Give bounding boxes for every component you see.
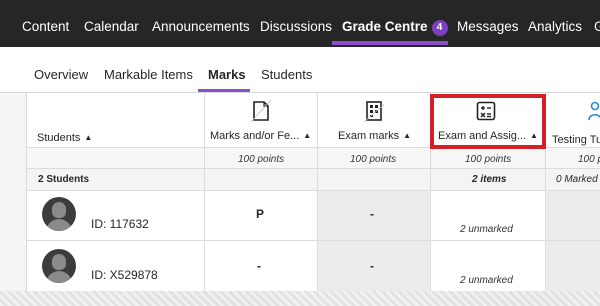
column-divider [317, 93, 318, 306]
avatar [42, 197, 76, 231]
tab-announcements[interactable]: Announcements [152, 0, 250, 47]
row-divider [27, 190, 600, 191]
grade-centre-subnav: Overview Markable Items Marks Students [0, 47, 600, 93]
person-icon [588, 101, 600, 121]
student-id[interactable]: ID: X529878 [91, 268, 158, 282]
sort-icon[interactable]: ▲︎ [303, 131, 311, 140]
tab-analytics[interactable]: Analytics [528, 0, 582, 47]
tab-overflow-g[interactable]: G [594, 0, 600, 47]
column-summary: 2 items [472, 174, 507, 185]
column-header-label: Testing Tur [552, 134, 600, 146]
exam-icon [364, 101, 384, 122]
column-points: 100 points [350, 154, 397, 165]
grade-cell[interactable]: P [256, 207, 264, 221]
student-count: 2 Students [38, 174, 90, 185]
column-header-label: Marks and/or Fe... [210, 130, 300, 142]
course-top-navigation: Content Calendar Announcements Discussio… [0, 0, 600, 47]
column-points: 100 points [238, 154, 285, 165]
grade-cell[interactable]: - [257, 259, 261, 273]
sort-icon[interactable]: ▲︎ [84, 133, 92, 142]
column-points: 100 points [578, 154, 600, 165]
grid-left-gutter [0, 93, 27, 306]
tab-grade-centre-label: Grade Centre [342, 19, 428, 34]
tab-content[interactable]: Content [22, 0, 69, 47]
column-summary: 0 Marked [556, 174, 598, 185]
active-subtab-underline [198, 89, 250, 92]
column-header-marks-feedback[interactable]: Marks and/or Fe... ▲︎ [210, 130, 311, 142]
subtab-marks[interactable]: Marks [208, 67, 246, 82]
avatar [42, 249, 76, 283]
points-row [27, 148, 600, 168]
row-divider [27, 168, 600, 169]
tab-messages[interactable]: Messages [457, 0, 519, 47]
row-divider [27, 240, 600, 241]
subtab-overview[interactable]: Overview [34, 67, 88, 82]
tab-discussions[interactable]: Discussions [260, 0, 332, 47]
column-header-label: Exam marks [338, 130, 400, 142]
column-header-testing[interactable]: Testing Tur [552, 134, 600, 146]
column-divider [204, 93, 205, 306]
summary-row [27, 168, 600, 190]
grade-cell[interactable]: - [370, 207, 374, 221]
students-header-label: Students [37, 132, 81, 144]
tab-grade-centre[interactable]: Grade Centre 4 [342, 0, 448, 47]
highlight-box [430, 94, 546, 149]
grade-cell-unmarked[interactable]: 2 unmarked [460, 275, 513, 286]
column-points: 100 points [465, 154, 512, 165]
student-id[interactable]: ID: 117632 [91, 217, 149, 231]
document-icon [251, 100, 271, 122]
column-header-exam-marks[interactable]: Exam marks ▲︎ [338, 130, 411, 142]
sort-icon[interactable]: ▲︎ [403, 131, 411, 140]
subtab-students[interactable]: Students [261, 67, 312, 82]
hatched-footer [0, 291, 600, 306]
active-tab-underline [332, 41, 448, 45]
subtab-markable-items[interactable]: Markable Items [104, 67, 193, 82]
tab-calendar[interactable]: Calendar [84, 0, 139, 47]
grade-cell-unmarked[interactable]: 2 unmarked [460, 224, 513, 235]
grade-centre-count-badge: 4 [431, 20, 448, 36]
students-column-header[interactable]: Students ▲︎ [37, 132, 92, 144]
grade-cell[interactable]: - [370, 259, 374, 273]
